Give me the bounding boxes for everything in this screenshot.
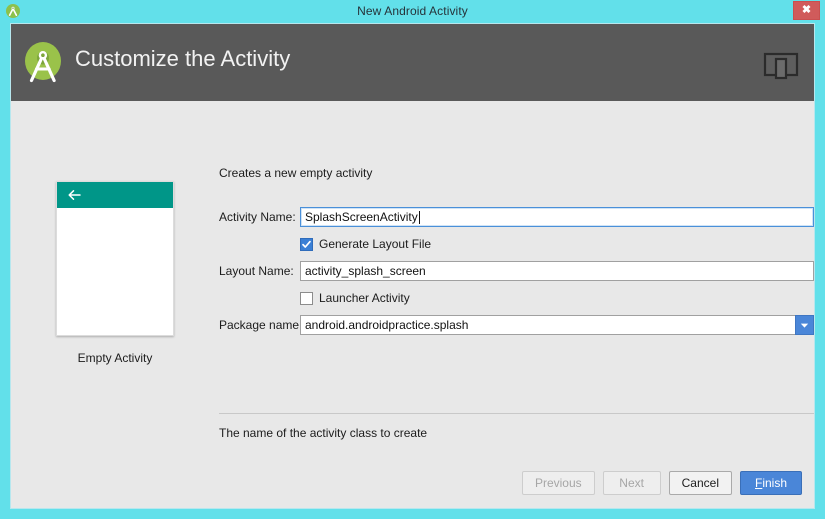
finish-button[interactable]: Finish xyxy=(740,471,802,495)
dialog-header-banner: Customize the Activity xyxy=(11,24,814,101)
package-name-row: Package name: android.androidpractice.sp… xyxy=(219,314,814,336)
activity-name-value: SplashScreenActivity xyxy=(305,210,418,224)
dialog-client-area: Customize the Activity Creates a new emp… xyxy=(10,23,815,509)
banner-heading: Customize the Activity xyxy=(75,46,291,71)
activity-form: Activity Name: SplashScreenActivity Gene… xyxy=(219,206,814,342)
launcher-activity-label[interactable]: Launcher Activity xyxy=(319,291,410,305)
cancel-button[interactable]: Cancel xyxy=(668,471,732,495)
activity-name-input[interactable]: SplashScreenActivity xyxy=(300,207,814,227)
launcher-activity-checkbox[interactable] xyxy=(300,291,313,305)
finish-button-mnemonic: F xyxy=(754,476,763,490)
package-name-input[interactable]: android.androidpractice.splash xyxy=(300,315,795,335)
back-arrow-icon xyxy=(67,188,82,202)
title-bar: New Android Activity ✖ xyxy=(0,0,825,23)
package-name-label: Package name: xyxy=(219,318,303,332)
preview-label: Empty Activity xyxy=(77,351,153,365)
layout-name-row: Layout Name: activity_splash_screen xyxy=(219,260,814,282)
package-name-combobox[interactable]: android.androidpractice.splash xyxy=(300,315,814,335)
package-name-dropdown-button[interactable] xyxy=(795,315,814,335)
finish-button-label: inish xyxy=(762,476,788,490)
dialog-button-bar: Previous Next Cancel Finish xyxy=(11,458,814,508)
activity-name-row: Activity Name: SplashScreenActivity xyxy=(219,206,814,228)
layout-name-label: Layout Name: xyxy=(219,264,294,278)
android-studio-logo xyxy=(19,39,67,87)
dialog-body: Creates a new empty activity Empty Activ… xyxy=(11,101,814,508)
generate-layout-row: Generate Layout File xyxy=(219,234,814,254)
package-name-value: android.androidpractice.splash xyxy=(305,318,469,332)
window-title: New Android Activity xyxy=(357,4,468,18)
activity-description: Creates a new empty activity xyxy=(219,166,373,180)
preview-card[interactable] xyxy=(56,181,174,336)
generate-layout-checkbox[interactable] xyxy=(300,237,313,251)
previous-button[interactable]: Previous xyxy=(521,471,595,495)
new-android-activity-dialog: New Android Activity ✖ Customize the Act… xyxy=(0,0,825,519)
text-caret xyxy=(418,210,420,224)
activity-name-label: Activity Name: xyxy=(219,210,296,224)
close-icon: ✖ xyxy=(801,4,812,16)
next-button[interactable]: Next xyxy=(602,471,661,495)
close-button[interactable]: ✖ xyxy=(793,1,820,20)
launcher-activity-row: Launcher Activity xyxy=(219,288,814,308)
field-help-text: The name of the activity class to create xyxy=(219,426,428,440)
device-preview-icon xyxy=(763,50,799,82)
form-separator xyxy=(219,413,814,414)
chevron-down-icon xyxy=(800,316,809,334)
layout-name-value: activity_splash_screen xyxy=(305,264,426,278)
generate-layout-label[interactable]: Generate Layout File xyxy=(319,237,431,251)
preview-appbar xyxy=(57,182,173,208)
layout-name-input[interactable]: activity_splash_screen xyxy=(300,261,814,281)
activity-preview[interactable]: Empty Activity xyxy=(56,181,181,365)
